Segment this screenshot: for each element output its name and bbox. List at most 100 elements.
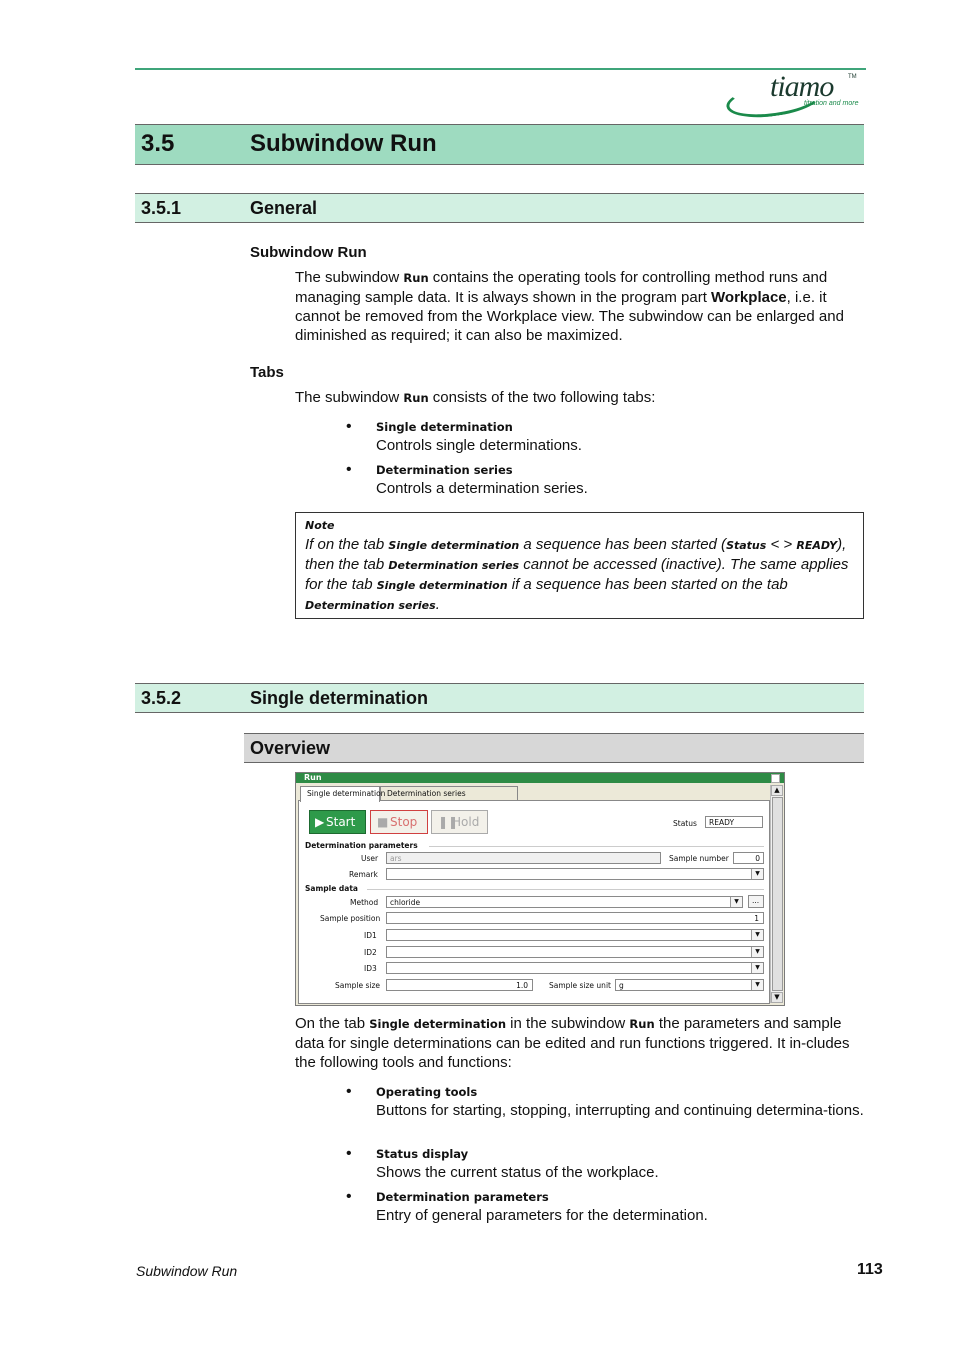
section-number: 3.5 bbox=[141, 130, 175, 157]
bullet-icon: • bbox=[346, 418, 352, 435]
run-subwindow: Run Single determination Determination s… bbox=[295, 772, 785, 1006]
subsection-title: General bbox=[250, 198, 318, 218]
method-label: Method bbox=[350, 898, 379, 907]
chevron-down-icon[interactable]: ▼ bbox=[751, 930, 763, 940]
paragraph-tabs: The subwindow Run consists of the two fo… bbox=[295, 388, 863, 408]
sample-size-field[interactable]: 1.0 bbox=[386, 979, 533, 991]
remark-label: Remark bbox=[349, 870, 378, 879]
field-value: g bbox=[619, 981, 624, 990]
status-value: READY bbox=[709, 818, 735, 827]
bullet-icon: • bbox=[346, 1083, 352, 1100]
group-determination-parameters: Determination parameters bbox=[305, 841, 418, 850]
list-item-desc: Controls a determination series. bbox=[376, 480, 588, 497]
chevron-down-icon[interactable]: ▼ bbox=[751, 980, 763, 990]
subsection-number: 3.5.1 bbox=[141, 198, 182, 218]
id3-label: ID3 bbox=[364, 964, 377, 973]
section-title: Subwindow Run bbox=[250, 130, 437, 157]
chevron-down-icon[interactable]: ▼ bbox=[751, 947, 763, 957]
ui-term: Single determination bbox=[388, 539, 520, 552]
button-label: Hold bbox=[452, 815, 480, 829]
note-box: Note If on the tab Single determination … bbox=[295, 512, 864, 619]
id1-combobox[interactable]: ▼ bbox=[386, 929, 764, 941]
field-value: 0 bbox=[755, 854, 760, 863]
text: if a sequence has been started on the ta… bbox=[507, 576, 788, 593]
button-label: Start bbox=[326, 815, 356, 829]
ui-term: Single determination bbox=[376, 579, 508, 592]
subsection-heading-general: 3.5.1 General bbox=[135, 193, 864, 223]
logo-tagline: titration and more bbox=[804, 100, 859, 107]
sample-size-unit-label: Sample size unit bbox=[549, 981, 611, 990]
id2-label: ID2 bbox=[364, 948, 377, 957]
text: The subwindow bbox=[295, 389, 404, 406]
bullet-icon: • bbox=[346, 1145, 352, 1162]
tab-pane: ▶ Start ■ Stop ❚❚ Hold Status READY Determi… bbox=[298, 800, 770, 1004]
text: consists of the two following tabs: bbox=[428, 389, 656, 406]
ui-term: Determination series bbox=[388, 559, 520, 572]
header-rule bbox=[135, 68, 866, 70]
chevron-down-icon[interactable]: ▼ bbox=[751, 869, 763, 879]
chevron-down-icon[interactable]: ▼ bbox=[730, 897, 742, 907]
list-item-title: Determination parameters bbox=[376, 1190, 549, 1204]
bullet-icon: • bbox=[346, 461, 352, 478]
tiamo-logo: tiamo TM titration and more bbox=[724, 70, 871, 123]
field-value: 1.0 bbox=[516, 981, 528, 990]
tab-determination-series[interactable]: Determination series bbox=[380, 786, 518, 801]
list-item-title: Operating tools bbox=[376, 1085, 478, 1099]
field-value: ars bbox=[390, 854, 402, 863]
user-label: User bbox=[361, 854, 379, 863]
remark-combobox[interactable]: ▼ bbox=[386, 868, 764, 880]
tab-label: Determination series bbox=[387, 789, 466, 798]
list-item-desc: Entry of general parameters for the dete… bbox=[376, 1207, 708, 1224]
scrollbar-thumb[interactable] bbox=[772, 797, 783, 991]
stop-icon: ■ bbox=[377, 815, 389, 829]
hold-button[interactable]: ❚❚ Hold bbox=[431, 810, 488, 834]
overview-heading: Overview bbox=[244, 733, 864, 763]
field-value: chloride bbox=[390, 898, 421, 907]
text: If on the tab bbox=[305, 536, 389, 553]
group-divider bbox=[367, 889, 764, 890]
overview-title: Overview bbox=[250, 738, 331, 758]
scroll-up-icon[interactable]: ▲ bbox=[771, 785, 783, 796]
id1-label: ID1 bbox=[364, 931, 377, 940]
window-title: Run bbox=[304, 773, 322, 782]
group-sample-data: Sample data bbox=[305, 884, 358, 893]
list-item-desc: Shows the current status of the workplac… bbox=[376, 1164, 659, 1181]
logo-trademark: TM bbox=[848, 74, 857, 80]
list-item-title: Determination series bbox=[376, 463, 513, 477]
status-label: Status bbox=[673, 819, 697, 828]
ui-term: Determination series bbox=[305, 599, 436, 612]
tab-single-determination[interactable]: Single determination bbox=[300, 786, 385, 802]
note-title: Note bbox=[305, 519, 335, 532]
sample-size-unit-combobox[interactable]: g ▼ bbox=[615, 979, 764, 991]
start-button[interactable]: ▶ Start bbox=[309, 810, 366, 834]
logo-word: tiamo bbox=[770, 70, 834, 103]
list-item-desc: Buttons for starting, stopping, interrup… bbox=[376, 1102, 864, 1119]
maximize-icon[interactable] bbox=[771, 774, 780, 783]
chevron-down-icon[interactable]: ▼ bbox=[751, 963, 763, 973]
sample-position-field[interactable]: 1 bbox=[386, 912, 764, 924]
bold-term: Workplace bbox=[711, 289, 787, 306]
window-titlebar: Run bbox=[296, 773, 784, 783]
status-display: READY bbox=[705, 816, 763, 828]
note-body: If on the tab Single determination a seq… bbox=[305, 535, 857, 615]
stop-button[interactable]: ■ Stop bbox=[370, 810, 428, 834]
id2-combobox[interactable]: ▼ bbox=[386, 946, 764, 958]
text: On the tab bbox=[295, 1015, 370, 1032]
scroll-down-icon[interactable]: ▼ bbox=[771, 992, 783, 1003]
ui-term: Run bbox=[403, 391, 429, 405]
subhead-tabs: Tabs bbox=[250, 364, 284, 381]
user-field[interactable]: ars bbox=[386, 852, 661, 864]
ui-term: Status bbox=[726, 539, 767, 552]
method-browse-button[interactable]: ... bbox=[748, 895, 764, 908]
paragraph-single-determination: On the tab Single determination in the s… bbox=[295, 1014, 863, 1072]
id3-combobox[interactable]: ▼ bbox=[386, 962, 764, 974]
sample-number-field[interactable]: 0 bbox=[733, 852, 764, 864]
button-label: Stop bbox=[390, 815, 418, 829]
subsection-number: 3.5.2 bbox=[141, 688, 182, 708]
footer-section-name: Subwindow Run bbox=[136, 1263, 238, 1279]
ui-term: Single determination bbox=[369, 1017, 507, 1031]
method-combobox[interactable]: chloride ▼ bbox=[386, 896, 743, 908]
group-divider bbox=[429, 846, 764, 847]
bullet-icon: • bbox=[346, 1188, 352, 1205]
vertical-scrollbar[interactable]: ▲ ▼ bbox=[770, 785, 783, 1003]
